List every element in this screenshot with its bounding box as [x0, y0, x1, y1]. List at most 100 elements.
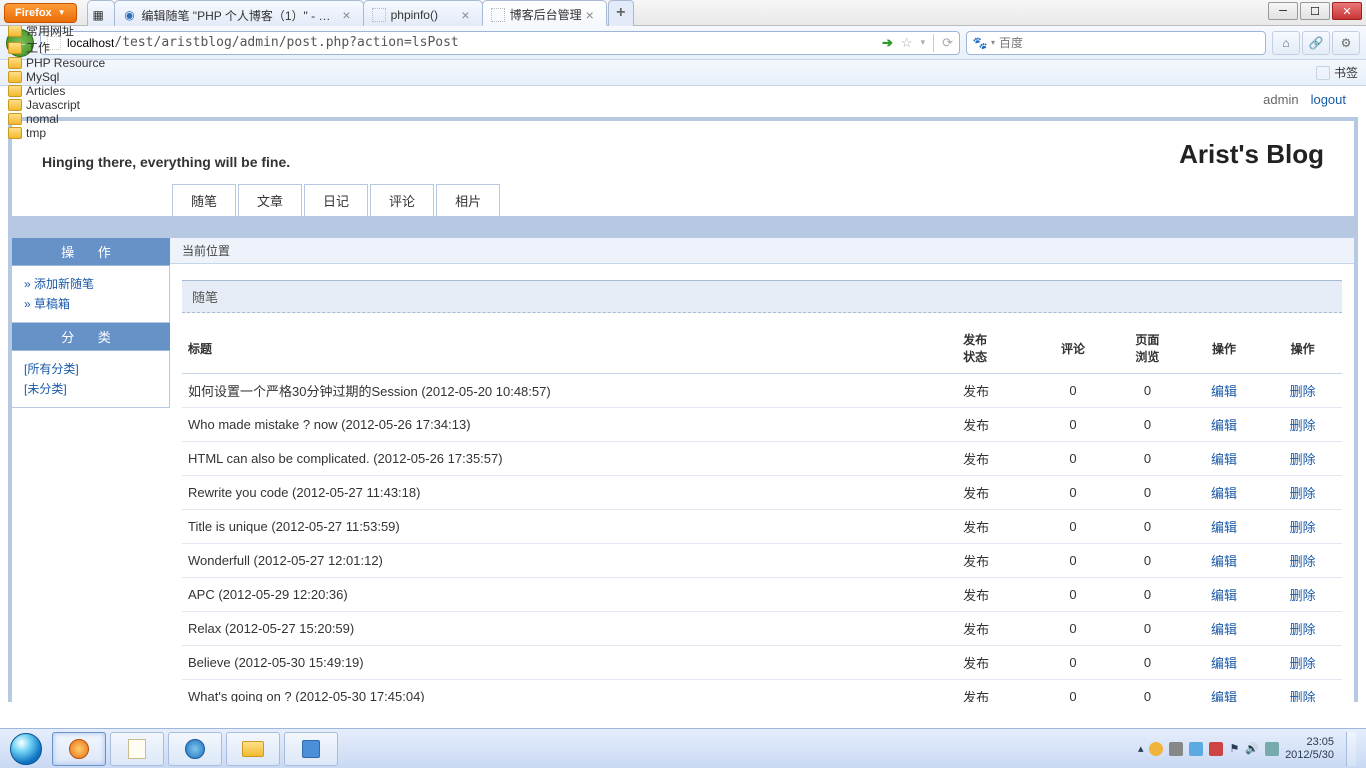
- sidebar-op-1[interactable]: 草稿箱: [24, 294, 157, 314]
- tray-flag-icon[interactable]: ⚑: [1229, 742, 1239, 755]
- tray-volume-icon[interactable]: 🔊: [1245, 742, 1259, 755]
- show-desktop-button[interactable]: [1346, 732, 1356, 766]
- home-button[interactable]: ⌂: [1272, 31, 1300, 55]
- new-tab-button[interactable]: +: [608, 0, 634, 26]
- table-row: Believe (2012-05-30 15:49:19)发布00编辑删除: [182, 646, 1342, 680]
- delete-link[interactable]: 删除: [1290, 588, 1316, 603]
- delete-link[interactable]: 删除: [1290, 690, 1316, 702]
- tray-show-hidden-icon[interactable]: ▴: [1138, 742, 1144, 755]
- table-row: HTML can also be complicated. (2012-05-2…: [182, 442, 1342, 476]
- edit-link[interactable]: 编辑: [1211, 486, 1237, 501]
- search-engine-dropdown-icon[interactable]: ▾: [991, 38, 995, 47]
- task-ie[interactable]: [168, 732, 222, 766]
- window-maximize[interactable]: ☐: [1300, 2, 1330, 20]
- table-row: Wonderfull (2012-05-27 12:01:12)发布00编辑删除: [182, 544, 1342, 578]
- firefox-menu-button[interactable]: Firefox ▼: [4, 3, 77, 23]
- url-field[interactable]: localhost ➔ ☆ ▾ ⟳: [40, 31, 960, 55]
- bookmark-item-5[interactable]: Articles: [8, 84, 105, 98]
- bookmark-item-2[interactable]: 工作: [8, 39, 105, 56]
- bookmarks-menu-icon[interactable]: [1316, 66, 1330, 80]
- addon-button-2[interactable]: ⚙: [1332, 31, 1360, 55]
- logout-link[interactable]: logout: [1311, 92, 1346, 107]
- edit-link[interactable]: 编辑: [1211, 554, 1237, 569]
- url-actions: ➔ ☆ ▾ ⟳: [882, 34, 953, 52]
- search-input[interactable]: [999, 36, 1259, 50]
- folder-icon: [8, 42, 22, 54]
- history-dropdown-icon[interactable]: ▾: [921, 37, 926, 48]
- url-input[interactable]: [114, 35, 878, 50]
- edit-link[interactable]: 编辑: [1211, 520, 1237, 535]
- content-tab-0[interactable]: 随笔: [172, 184, 236, 216]
- delete-link[interactable]: 删除: [1290, 554, 1316, 569]
- edit-link[interactable]: 编辑: [1211, 588, 1237, 603]
- edit-link[interactable]: 编辑: [1211, 656, 1237, 671]
- tabgroups-icon: ▦: [92, 8, 105, 22]
- tray-icon-2[interactable]: [1169, 742, 1183, 756]
- bookmarks-label[interactable]: 书签: [1334, 64, 1358, 81]
- tab-0[interactable]: ◉ 编辑随笔 "PHP 个人博客（1）" - 博... ×: [114, 0, 364, 26]
- task-explorer[interactable]: [226, 732, 280, 766]
- post-title: Believe (2012-05-30 15:49:19): [182, 646, 957, 680]
- page-viewport[interactable]: admin logout Hinging there, everything w…: [0, 86, 1366, 702]
- bookmark-item-7[interactable]: nomal: [8, 112, 105, 126]
- tab-2[interactable]: 博客后台管理 ×: [482, 0, 607, 26]
- content-tab-4[interactable]: 相片: [436, 184, 500, 216]
- content-tab-2[interactable]: 日记: [304, 184, 368, 216]
- window-close[interactable]: ✕: [1332, 2, 1362, 20]
- post-status: 发布: [957, 374, 1036, 408]
- bookmark-item-8[interactable]: tmp: [8, 126, 105, 140]
- sidebar-cat-0[interactable]: [所有分类]: [24, 359, 157, 379]
- delete-link[interactable]: 删除: [1290, 486, 1316, 501]
- delete-link[interactable]: 删除: [1290, 622, 1316, 637]
- delete-link[interactable]: 删除: [1290, 418, 1316, 433]
- task-firefox[interactable]: [52, 732, 106, 766]
- sidebar-op-0[interactable]: 添加新随笔: [24, 274, 157, 294]
- tab-1-title: phpinfo(): [391, 8, 438, 22]
- tray-network-icon[interactable]: [1189, 742, 1203, 756]
- favicon-cnblogs: ◉: [123, 8, 137, 22]
- header: Hinging there, everything will be fine. …: [12, 121, 1354, 178]
- edit-link[interactable]: 编辑: [1211, 690, 1237, 702]
- task-app[interactable]: [284, 732, 338, 766]
- tab-1[interactable]: phpinfo() ×: [363, 0, 483, 26]
- tray-icon-4[interactable]: [1265, 742, 1279, 756]
- tab-strip: ▦ ◉ 编辑随笔 "PHP 个人博客（1）" - 博... × phpinfo(…: [87, 0, 634, 26]
- tab-close-2[interactable]: ×: [582, 7, 598, 23]
- baidu-engine-icon[interactable]: 🐾: [973, 36, 987, 50]
- edit-link[interactable]: 编辑: [1211, 622, 1237, 637]
- bookmark-item-6[interactable]: Javascript: [8, 98, 105, 112]
- tab-groups-button[interactable]: ▦: [87, 0, 115, 26]
- edit-link[interactable]: 编辑: [1211, 384, 1237, 399]
- reload-icon[interactable]: ⟳: [942, 35, 953, 51]
- delete-link[interactable]: 删除: [1290, 452, 1316, 467]
- table-row: Rewrite you code (2012-05-27 11:43:18)发布…: [182, 476, 1342, 510]
- delete-link[interactable]: 删除: [1290, 656, 1316, 671]
- task-notepad[interactable]: [110, 732, 164, 766]
- bookmark-star-icon[interactable]: ☆: [901, 35, 913, 51]
- start-button[interactable]: [4, 732, 48, 766]
- post-status: 发布: [957, 476, 1036, 510]
- sidebar-cat-1[interactable]: [未分类]: [24, 379, 157, 399]
- delete-link[interactable]: 删除: [1290, 520, 1316, 535]
- post-status: 发布: [957, 646, 1036, 680]
- bookmark-item-4[interactable]: MySql: [8, 70, 105, 84]
- post-comments: 0: [1036, 476, 1110, 510]
- content-tab-1[interactable]: 文章: [238, 184, 302, 216]
- search-box[interactable]: 🐾 ▾: [966, 31, 1266, 55]
- edit-link[interactable]: 编辑: [1211, 418, 1237, 433]
- delete-link[interactable]: 删除: [1290, 384, 1316, 399]
- tray-icon-1[interactable]: [1149, 742, 1163, 756]
- folder-icon: [8, 127, 22, 139]
- sidebar-cats-body: [所有分类][未分类]: [12, 351, 170, 408]
- tab-close-0[interactable]: ×: [338, 7, 354, 23]
- edit-link[interactable]: 编辑: [1211, 452, 1237, 467]
- tab-close-1[interactable]: ×: [457, 7, 473, 23]
- addon-button-1[interactable]: 🔗: [1302, 31, 1330, 55]
- go-icon[interactable]: ➔: [882, 35, 893, 51]
- tray-icon-3[interactable]: [1209, 742, 1223, 756]
- window-minimize[interactable]: ─: [1268, 2, 1298, 20]
- bookmark-item-3[interactable]: PHP Resource: [8, 56, 105, 70]
- tray-clock[interactable]: 23:05 2012/5/30: [1285, 736, 1334, 762]
- col-title: 标题: [182, 323, 957, 374]
- content-tab-3[interactable]: 评论: [370, 184, 434, 216]
